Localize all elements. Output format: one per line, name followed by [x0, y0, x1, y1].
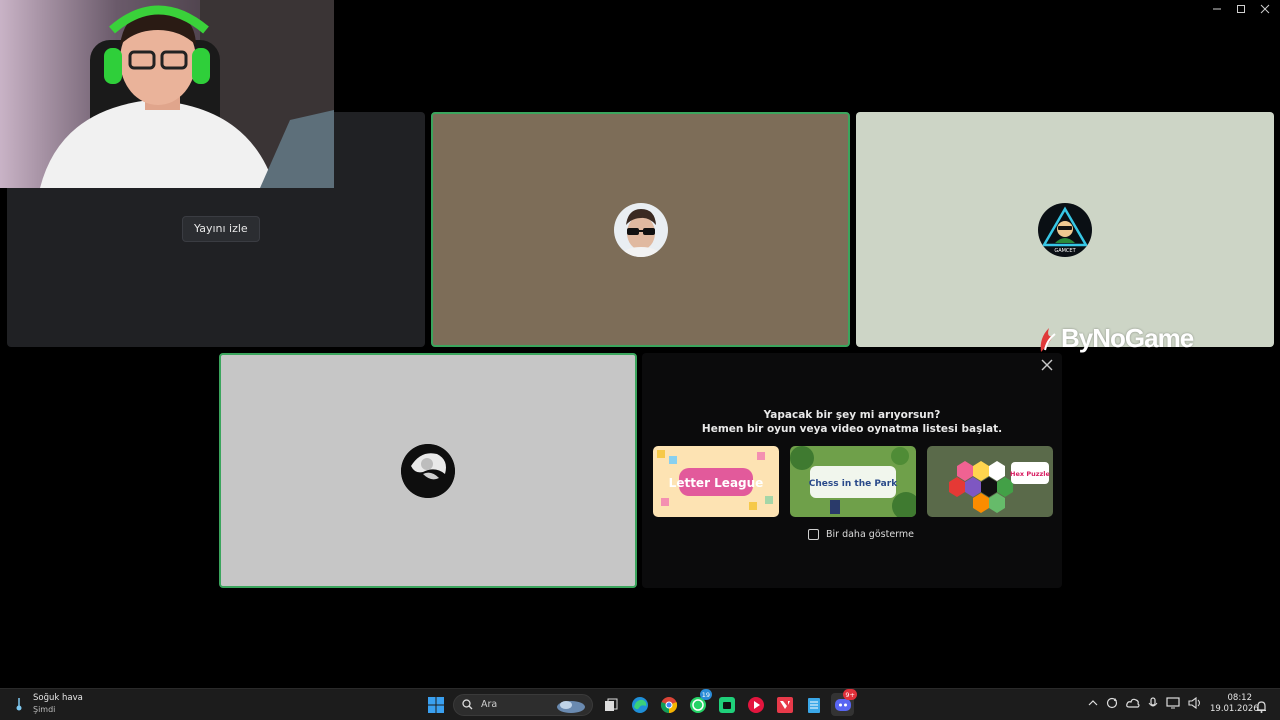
- maximize-icon[interactable]: [1234, 2, 1248, 16]
- windows-start-icon[interactable]: [424, 693, 447, 716]
- search-highlight-icon: [557, 700, 585, 713]
- close-window-icon[interactable]: [1258, 2, 1272, 16]
- taskbar-clock[interactable]: 08:12 19.01.2026: [1210, 693, 1259, 715]
- search-placeholder: Ara: [481, 699, 498, 710]
- avatar-caption: GAMCET: [1054, 248, 1076, 254]
- edge-browser-icon[interactable]: [628, 693, 651, 716]
- participant-tile-user3[interactable]: GAMCET: [856, 112, 1274, 347]
- notepad-icon[interactable]: [802, 693, 825, 716]
- dont-show-again-label: Bir daha gösterme: [826, 529, 914, 540]
- checkbox-icon[interactable]: [808, 529, 819, 540]
- participant-avatar: GAMCET: [1038, 202, 1092, 257]
- window-controls: [1210, 2, 1272, 16]
- minimize-icon[interactable]: [1210, 2, 1224, 16]
- whatsapp-icon[interactable]: 19: [686, 689, 712, 716]
- game-card-title: Letter League: [669, 476, 764, 490]
- taskbar-search-input[interactable]: Ara: [453, 693, 593, 716]
- weather-widget[interactable]: Soğuk hava Şimdi: [12, 693, 83, 715]
- activity-title: Yapacak bir şey mi arıyorsun?: [763, 409, 941, 421]
- task-view-icon[interactable]: [599, 693, 622, 716]
- game-card-title: Hex Puzzle: [1010, 470, 1050, 478]
- chevron-up-icon[interactable]: [1088, 698, 1098, 711]
- display-icon[interactable]: [1166, 697, 1180, 712]
- watermark-text: ByNoGame: [1061, 323, 1194, 353]
- bynogame-logo-icon: [1040, 327, 1056, 352]
- weather-subtitle: Şimdi: [33, 705, 56, 714]
- webcam-overlay: [0, 0, 334, 188]
- valorant-icon[interactable]: [773, 693, 796, 716]
- game-card-hex-puzzle[interactable]: Hex Puzzle: [927, 446, 1053, 517]
- clock-time: 08:12: [1227, 693, 1253, 703]
- weather-title: Soğuk hava: [33, 693, 83, 703]
- webcam-feed-image: [0, 0, 334, 188]
- clock-date: 19.01.2026: [1210, 704, 1259, 714]
- system-tray: [1088, 696, 1202, 712]
- discord-badge: 9+: [843, 689, 857, 700]
- game-card-letter-league[interactable]: Letter League: [653, 446, 779, 517]
- game-card-title: Chess in the Park: [809, 479, 898, 489]
- cloud-icon[interactable]: [1126, 697, 1140, 712]
- dont-show-again-checkbox[interactable]: Bir daha gösterme: [808, 529, 914, 540]
- participant-tile-user2[interactable]: [431, 112, 850, 347]
- discord-icon[interactable]: 9+: [831, 689, 857, 716]
- windows-taskbar: Soğuk hava Şimdi Ara 19 9+ 08:12 19.01.2…: [0, 688, 1280, 720]
- notification-bell-icon[interactable]: [1256, 698, 1267, 717]
- weather-icon: [16, 698, 22, 711]
- microphone-icon[interactable]: [1148, 697, 1158, 712]
- activity-subtitle: Hemen bir oyun veya video oynatma listes…: [701, 423, 1003, 435]
- close-icon[interactable]: [1040, 359, 1054, 373]
- whatsapp-badge: 19: [699, 689, 712, 700]
- media-player-icon[interactable]: [744, 693, 767, 716]
- participant-avatar: [613, 202, 668, 257]
- search-icon: [462, 699, 473, 710]
- game-card-chess-in-the-park[interactable]: Chess in the Park: [790, 446, 916, 517]
- watch-stream-button[interactable]: Yayını izle: [182, 216, 260, 242]
- bynogame-watermark: ByNoGame: [1037, 323, 1194, 354]
- discord-call-window: Yayını izle GAMCET ByNoGame Yapacak bir …: [0, 0, 1280, 720]
- activity-suggestion-panel: Yapacak bir şey mi arıyorsun? Hemen bir …: [642, 353, 1062, 588]
- taskbar-apps: Ara 19 9+: [424, 689, 857, 716]
- activity-cards: Letter League Chess in the Park Hex Puzz…: [653, 446, 1053, 517]
- participant-avatar: [401, 443, 455, 498]
- tiktok-app-icon[interactable]: [715, 693, 738, 716]
- volume-icon[interactable]: [1188, 696, 1202, 712]
- sync-icon[interactable]: [1106, 697, 1118, 712]
- participant-tile-user4[interactable]: [219, 353, 637, 588]
- chrome-icon[interactable]: [657, 693, 680, 716]
